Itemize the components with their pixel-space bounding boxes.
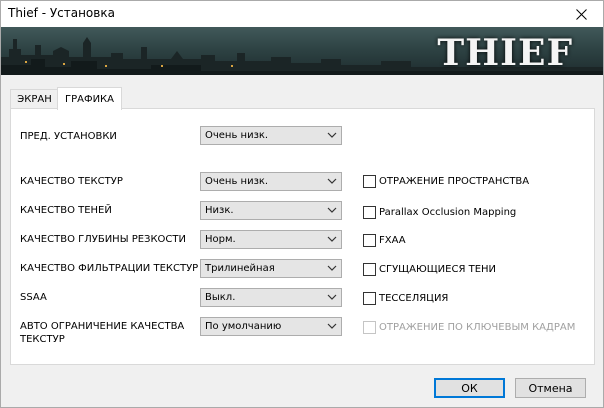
ok-button-label: ОК: [461, 381, 478, 395]
texture-filtering-label: КАЧЕСТВО ФИЛЬТРАЦИИ ТЕКСТУР: [20, 263, 199, 274]
ssaa-label: SSAA: [20, 292, 47, 303]
chevron-down-icon: [327, 132, 337, 138]
auto-texture-limit-label-line2: ТЕКСТУР: [20, 334, 65, 345]
dof-quality-value: Норм.: [205, 234, 236, 245]
chevron-down-icon: [327, 294, 337, 300]
texture-filtering-value: Трилинейная: [205, 263, 275, 274]
keyframe-reflection-checkbox: [363, 321, 376, 334]
fxaa-checkbox[interactable]: [363, 234, 376, 247]
thief-logo: THIEF: [437, 32, 573, 74]
chevron-down-icon: [327, 178, 337, 184]
preset-select[interactable]: Очень низк.: [200, 126, 342, 145]
shadow-quality-value: Низк.: [205, 205, 234, 216]
contact-shadows-label: СГУЩАЮЩИЕСЯ ТЕНИ: [379, 264, 497, 275]
parallax-occlusion-label: Parallax Occlusion Mapping: [379, 207, 517, 218]
keyframe-reflection-label: ОТРАЖЕНИЕ ПО КЛЮЧЕВЫМ КАДРАМ: [379, 322, 576, 333]
cancel-button[interactable]: Отмена: [515, 378, 586, 398]
tab-graphics[interactable]: ГРАФИКА: [57, 87, 122, 110]
cancel-button-label: Отмена: [528, 381, 573, 395]
close-button[interactable]: [559, 1, 603, 27]
preset-label: ПРЕД. УСТАНОВКИ: [20, 131, 117, 142]
window-title: Thief - Установка: [8, 6, 115, 20]
texture-quality-value: Очень низк.: [205, 176, 269, 187]
title-bar[interactable]: Thief - Установка: [1, 1, 603, 27]
dialog-window: Thief - Установка THIEF ЭКРАН ГРАФИКА ПР…: [0, 0, 604, 408]
texture-filtering-select[interactable]: Трилинейная: [200, 259, 342, 278]
parallax-occlusion-checkbox[interactable]: [363, 206, 376, 219]
auto-texture-limit-label-line1: АВТО ОГРАНИЧЕНИЕ КАЧЕСТВА: [20, 321, 185, 332]
chevron-down-icon: [327, 265, 337, 271]
auto-texture-limit-select[interactable]: По умолчанию: [200, 317, 342, 336]
close-icon: [575, 8, 587, 20]
ok-button[interactable]: ОК: [434, 378, 505, 398]
auto-texture-limit-value: По умолчанию: [205, 321, 282, 332]
tab-screen[interactable]: ЭКРАН: [10, 89, 59, 109]
graphics-panel: ПРЕД. УСТАНОВКИ Очень низк. КАЧЕСТВО ТЕК…: [10, 108, 595, 365]
dof-quality-label: КАЧЕСТВО ГЛУБИНЫ РЕЗКОСТИ: [20, 234, 186, 245]
chevron-down-icon: [327, 207, 337, 213]
contact-shadows-checkbox[interactable]: [363, 263, 376, 276]
dof-quality-select[interactable]: Норм.: [200, 230, 342, 249]
texture-quality-select[interactable]: Очень низк.: [200, 172, 342, 191]
tab-graphics-label: ГРАФИКА: [65, 93, 114, 105]
tessellation-label: ТЕССЕЛЯЦИЯ: [379, 293, 449, 304]
texture-quality-label: КАЧЕСТВО ТЕКСТУР: [20, 176, 123, 187]
fxaa-label: FXAA: [379, 235, 406, 246]
tessellation-checkbox[interactable]: [363, 292, 376, 305]
shadow-quality-label: КАЧЕСТВО ТЕНЕЙ: [20, 205, 112, 216]
preset-value: Очень низк.: [205, 130, 269, 141]
game-banner: THIEF: [1, 27, 603, 75]
tab-screen-label: ЭКРАН: [17, 94, 52, 105]
shadow-quality-select[interactable]: Низк.: [200, 201, 342, 220]
ssaa-select[interactable]: Выкл.: [200, 288, 342, 307]
ssaa-value: Выкл.: [205, 292, 236, 303]
space-reflection-checkbox[interactable]: [363, 175, 376, 188]
chevron-down-icon: [327, 323, 337, 329]
space-reflection-label: ОТРАЖЕНИЕ ПРОСТРАНСТВА: [379, 176, 530, 187]
chevron-down-icon: [327, 236, 337, 242]
